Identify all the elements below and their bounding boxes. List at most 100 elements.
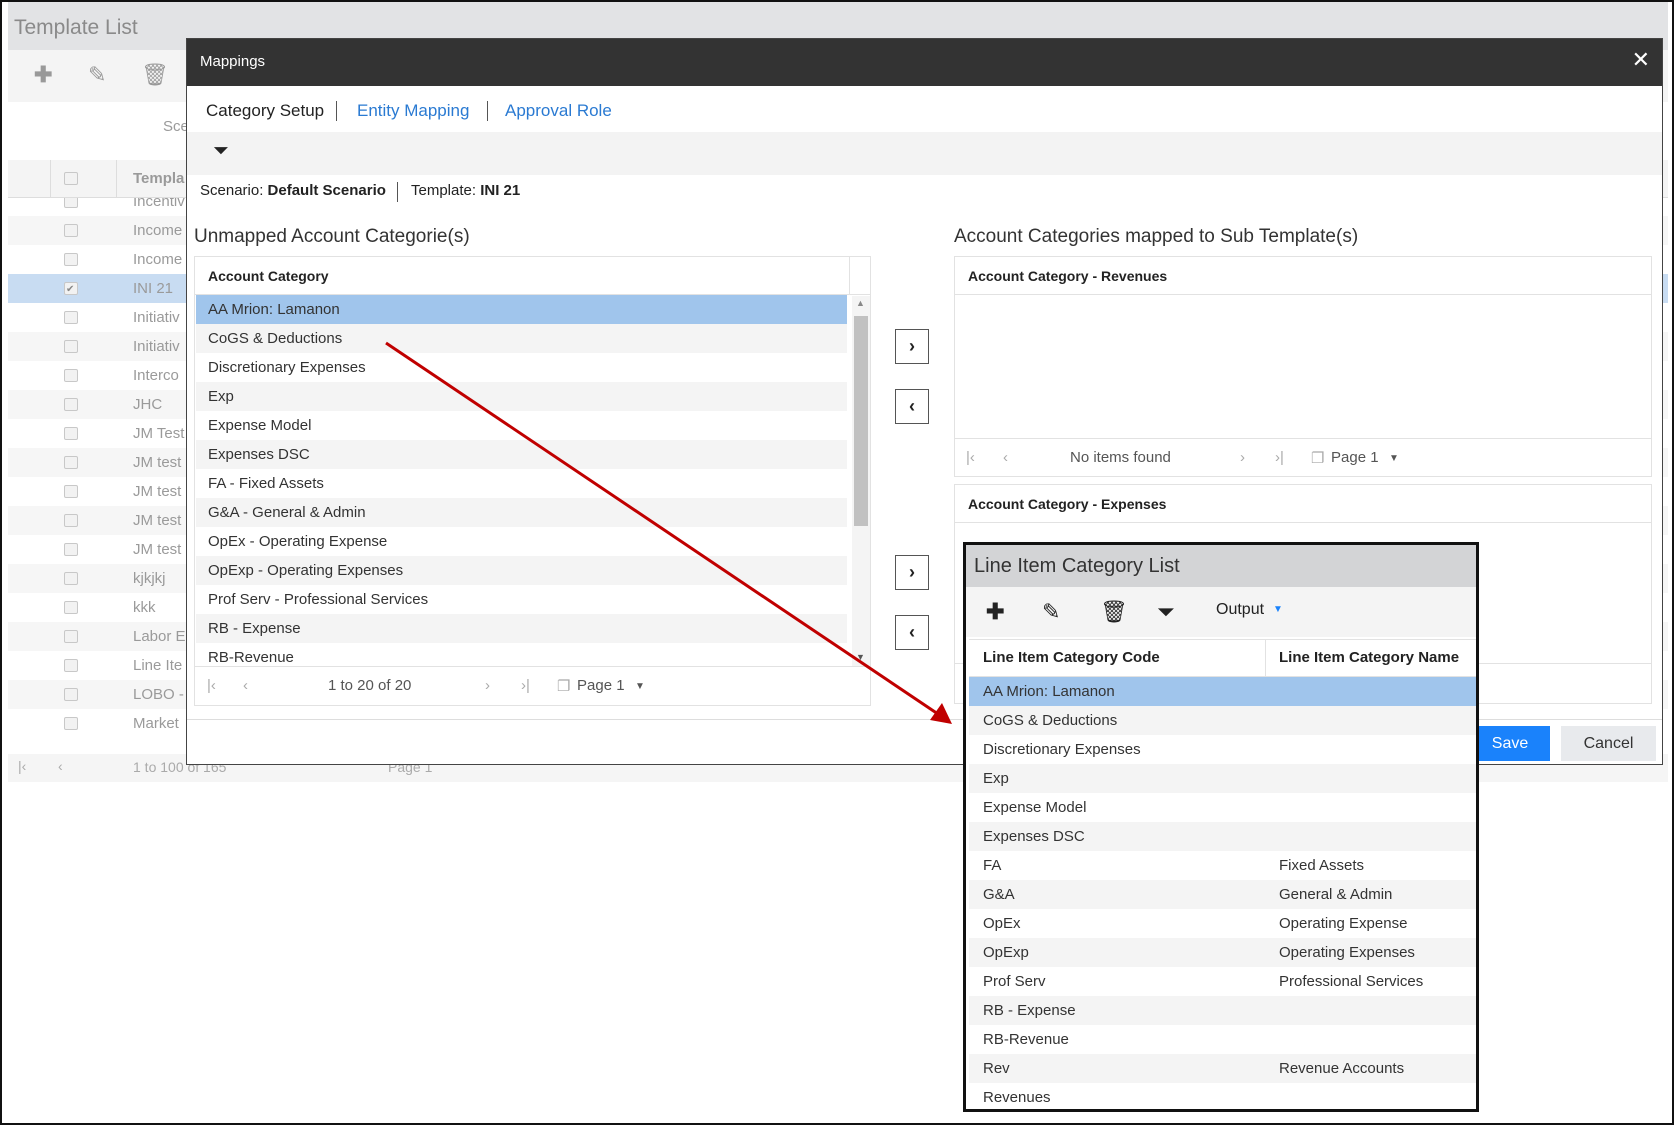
- category-code: Expenses DSC: [983, 828, 1085, 845]
- chevron-down-icon[interactable]: ▼: [1273, 604, 1283, 615]
- page-selector[interactable]: Page 1: [1331, 449, 1379, 466]
- account-category-row[interactable]: Exp: [196, 382, 847, 411]
- line-item-category-row[interactable]: Prof Serv Professional Services: [969, 967, 1476, 996]
- tab-entity-mapping[interactable]: Entity Mapping: [357, 101, 469, 121]
- line-item-category-row[interactable]: OpEx Operating Expense: [969, 909, 1476, 938]
- category-code: FA: [983, 857, 1002, 874]
- move-left-button[interactable]: ‹: [895, 389, 929, 424]
- account-category-row[interactable]: OpEx - Operating Expense: [196, 527, 847, 556]
- account-category-row[interactable]: Prof Serv - Professional Services: [196, 585, 847, 614]
- output-menu[interactable]: Output: [1216, 601, 1264, 619]
- account-category-row[interactable]: RB - Expense: [196, 614, 847, 643]
- page-selector[interactable]: Page 1: [577, 677, 625, 694]
- filter-icon[interactable]: ⏷: [1157, 599, 1175, 625]
- template-name: Income: [133, 251, 183, 268]
- line-item-category-row[interactable]: Revenues: [969, 1083, 1476, 1109]
- add-icon[interactable]: ✚: [34, 62, 52, 88]
- first-page-icon[interactable]: |‹: [18, 758, 26, 774]
- line-item-category-row[interactable]: RB-Revenue: [969, 1025, 1476, 1054]
- delete-icon[interactable]: 🗑: [1100, 599, 1128, 625]
- row-checkbox[interactable]: [64, 253, 78, 266]
- move-left-button[interactable]: ‹: [895, 615, 929, 650]
- line-item-category-row[interactable]: Rev Revenue Accounts: [969, 1054, 1476, 1083]
- template-name: JM test: [133, 512, 182, 529]
- account-category-row[interactable]: AA Mrion: Lamanon: [196, 295, 847, 324]
- line-item-category-row[interactable]: G&A General & Admin: [969, 880, 1476, 909]
- move-right-button[interactable]: ›: [895, 329, 929, 364]
- account-category-row[interactable]: OpExp - Operating Expenses: [196, 556, 847, 585]
- move-right-button[interactable]: ›: [895, 555, 929, 590]
- close-icon[interactable]: ✕: [1632, 47, 1650, 73]
- category-code: OpEx: [983, 915, 1021, 932]
- first-page-icon[interactable]: |‹: [207, 677, 216, 694]
- next-page-icon[interactable]: ›: [485, 677, 490, 694]
- row-checkbox[interactable]: [64, 572, 78, 585]
- account-category-row[interactable]: CoGS & Deductions: [196, 324, 847, 353]
- row-checkbox[interactable]: [64, 543, 78, 556]
- account-category-row[interactable]: RB-Revenue: [196, 643, 847, 666]
- account-category-row[interactable]: FA - Fixed Assets: [196, 469, 847, 498]
- next-page-icon[interactable]: ›: [1240, 449, 1245, 466]
- template-value: INI 21: [480, 182, 521, 199]
- line-item-category-row[interactable]: CoGS & Deductions: [969, 706, 1476, 735]
- scenario-info: Scenario: Default Scenario: [200, 182, 386, 199]
- row-checkbox[interactable]: [64, 485, 78, 498]
- category-code: Discretionary Expenses: [983, 741, 1141, 758]
- last-page-icon[interactable]: ›|: [1275, 449, 1284, 466]
- row-checkbox[interactable]: [64, 688, 78, 701]
- prev-page-icon[interactable]: ‹: [243, 677, 248, 694]
- row-checkbox[interactable]: [64, 601, 78, 614]
- prev-page-icon[interactable]: ‹: [1003, 449, 1008, 466]
- tab-separator: [336, 101, 337, 121]
- account-category-row[interactable]: Expense Model: [196, 411, 847, 440]
- tab-approval-role[interactable]: Approval Role: [505, 101, 612, 121]
- unmapped-rows: AA Mrion: Lamanon CoGS & Deductions Discre…: [195, 295, 848, 666]
- row-checkbox[interactable]: [64, 717, 78, 730]
- row-checkbox[interactable]: [64, 659, 78, 672]
- row-checkbox[interactable]: [64, 311, 78, 324]
- chevron-down-icon[interactable]: ▼: [635, 681, 645, 692]
- row-checkbox[interactable]: [64, 398, 78, 411]
- select-all-checkbox[interactable]: [64, 172, 78, 185]
- row-checkbox[interactable]: [64, 427, 78, 440]
- account-category-row[interactable]: Discretionary Expenses: [196, 353, 847, 382]
- line-item-category-row[interactable]: Discretionary Expenses: [969, 735, 1476, 764]
- row-checkbox[interactable]: [64, 456, 78, 469]
- line-item-category-row[interactable]: Exp: [969, 764, 1476, 793]
- row-checkbox[interactable]: [64, 369, 78, 382]
- line-item-category-row[interactable]: OpExp Operating Expenses: [969, 938, 1476, 967]
- edit-icon[interactable]: ✎: [88, 62, 106, 88]
- chevron-down-icon[interactable]: ▼: [1389, 453, 1399, 464]
- row-checkbox[interactable]: [64, 340, 78, 353]
- edit-icon[interactable]: ✎: [1042, 599, 1060, 625]
- template-name: Initiativ: [133, 309, 180, 326]
- revenues-grid: Account Category - Revenues |‹ ‹ No item…: [954, 256, 1652, 477]
- row-checkbox[interactable]: [64, 275, 78, 304]
- line-item-category-row[interactable]: FA Fixed Assets: [969, 851, 1476, 880]
- save-button[interactable]: Save: [1470, 726, 1550, 761]
- scrollbar-thumb[interactable]: [854, 316, 868, 526]
- template-name: JHC: [133, 396, 163, 413]
- line-item-category-row[interactable]: Expense Model: [969, 793, 1476, 822]
- line-item-category-list-callout: Line Item Category List ✚ ✎ 🗑 ⏷ Output ▼…: [963, 542, 1479, 1112]
- callout-title: Line Item Category List: [966, 545, 1476, 587]
- first-page-icon[interactable]: |‹: [966, 449, 975, 466]
- account-category-row[interactable]: G&A - General & Admin: [196, 498, 847, 527]
- add-icon[interactable]: ✚: [986, 599, 1004, 625]
- row-checkbox[interactable]: [64, 224, 78, 237]
- line-item-category-row[interactable]: AA Mrion: Lamanon: [969, 677, 1476, 706]
- category-name: Operating Expenses: [1279, 944, 1415, 961]
- tab-category-setup[interactable]: Category Setup: [206, 101, 324, 121]
- template-name: Initiativ: [133, 338, 180, 355]
- line-item-category-row[interactable]: Expenses DSC: [969, 822, 1476, 851]
- row-checkbox[interactable]: [64, 514, 78, 527]
- row-checkbox[interactable]: [64, 630, 78, 643]
- scrollbar[interactable]: ▲ ▼: [852, 296, 870, 666]
- filter-icon[interactable]: ⏷: [213, 140, 229, 163]
- last-page-icon[interactable]: ›|: [521, 677, 530, 694]
- delete-icon[interactable]: 🗑: [141, 62, 169, 88]
- line-item-category-row[interactable]: RB - Expense: [969, 996, 1476, 1025]
- account-category-row[interactable]: Expenses DSC: [196, 440, 847, 469]
- prev-page-icon[interactable]: ‹: [58, 758, 63, 774]
- cancel-button[interactable]: Cancel: [1561, 726, 1656, 761]
